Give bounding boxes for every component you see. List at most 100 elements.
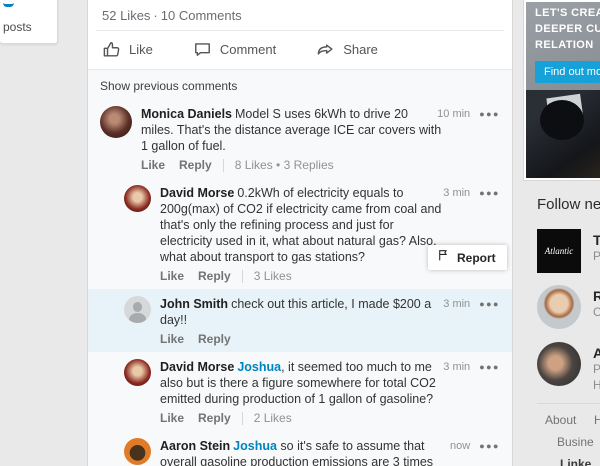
comments-list: Monica Daniels Model S uses 6kWh to drive… bbox=[88, 99, 512, 466]
ad-card[interactable]: LET'S CREA DEEPER CU RELATION Find out m… bbox=[524, 0, 600, 180]
comment-meta: 3 min ●●● bbox=[443, 187, 500, 199]
follow-name[interactable]: The A bbox=[593, 232, 600, 248]
avatar[interactable] bbox=[124, 438, 151, 465]
comment-body: Aaron Stein Joshua so it's safe to assume… bbox=[160, 438, 500, 466]
avatar[interactable] bbox=[124, 359, 151, 386]
ad-headline: DEEPER CU bbox=[535, 23, 600, 35]
overflow-menu-icon[interactable]: ●●● bbox=[479, 109, 500, 119]
comment-actions: Like Reply 2 Likes bbox=[160, 411, 500, 425]
mention-link[interactable]: Joshua bbox=[233, 439, 277, 453]
comment-text: Aaron Stein Joshua so it's safe to assume… bbox=[160, 438, 500, 466]
comment-row: David Morse 0.2kWh of electricity equals … bbox=[88, 178, 512, 289]
comment-like-button[interactable]: Like bbox=[160, 411, 184, 425]
follow-name[interactable]: Ryan bbox=[593, 288, 600, 304]
divider bbox=[241, 411, 243, 425]
footer-link-about[interactable]: About bbox=[545, 413, 576, 427]
ad-headline: RELATION bbox=[535, 39, 594, 51]
comment-reply-button[interactable]: Reply bbox=[198, 332, 231, 346]
follow-subtitle: Huffin bbox=[593, 378, 600, 392]
left-rail-link-fragment-icon bbox=[3, 0, 14, 7]
comment-actions: Like Reply 8 Likes • 3 Replies bbox=[141, 158, 500, 172]
comment-likes-count[interactable]: 3 Likes bbox=[254, 269, 292, 283]
footer-linkedin-fragment: Linke bbox=[560, 457, 592, 466]
avatar[interactable] bbox=[124, 296, 151, 323]
left-rail-card: posts bbox=[0, 0, 58, 44]
comment-timestamp: 3 min bbox=[443, 298, 471, 310]
comment-actions: Like Reply 3 Likes bbox=[160, 269, 500, 283]
comment-like-button[interactable]: Like bbox=[160, 269, 184, 283]
post-actions-bar: Like Comment Share bbox=[88, 31, 512, 69]
comment-meta: now ●●● bbox=[450, 440, 500, 452]
footer-link-business[interactable]: Busine bbox=[557, 435, 594, 449]
left-rail-posts-label[interactable]: posts bbox=[3, 20, 32, 34]
comment-reply-button[interactable]: Reply bbox=[179, 158, 212, 172]
comment-likes-count[interactable]: 8 Likes • 3 Replies bbox=[235, 158, 334, 172]
post-social-counts: 52 Likes · 10 Comments bbox=[88, 0, 512, 30]
comment-row: Aaron Stein Joshua so it's safe to assume… bbox=[88, 431, 512, 466]
comment-timestamp: 3 min bbox=[443, 361, 471, 373]
ad-creative: LET'S CREA DEEPER CU RELATION Find out m… bbox=[526, 2, 600, 178]
commenter-name[interactable]: David Morse bbox=[160, 360, 234, 374]
report-menu: Report bbox=[428, 245, 507, 270]
comment-meta: 3 min ●●● bbox=[443, 361, 500, 373]
ad-headline: LET'S CREA bbox=[535, 7, 600, 19]
overflow-menu-icon[interactable]: ●●● bbox=[479, 441, 500, 451]
comment-body: David Morse 0.2kWh of electricity equals … bbox=[160, 185, 500, 285]
post-card: 52 Likes · 10 Comments Like Comment Share … bbox=[88, 0, 512, 466]
find-out-more-button[interactable]: Find out mor bbox=[535, 61, 600, 83]
comment-actions: Like Reply bbox=[160, 332, 500, 346]
page: posts 52 Likes · 10 Comments Like Comment … bbox=[0, 0, 600, 466]
mention-link[interactable]: Joshua bbox=[237, 360, 281, 374]
thumbs-up-icon bbox=[102, 40, 121, 59]
divider bbox=[241, 269, 243, 283]
likes-count[interactable]: 52 Likes bbox=[102, 8, 150, 23]
report-menu-item[interactable]: Report bbox=[457, 251, 496, 265]
comment-like-button[interactable]: Like bbox=[160, 332, 184, 346]
follow-name[interactable]: Arian bbox=[593, 345, 600, 361]
overflow-menu-icon[interactable]: ●●● bbox=[479, 299, 500, 309]
commenter-name[interactable]: John Smith bbox=[160, 297, 228, 311]
footer-link-help[interactable]: H bbox=[594, 413, 600, 427]
comment-timestamp: 3 min bbox=[443, 187, 471, 199]
divider bbox=[222, 158, 224, 172]
comment-like-button[interactable]: Like bbox=[141, 158, 165, 172]
comment-meta: 3 min ●●● bbox=[443, 298, 500, 310]
comment-button[interactable]: Comment bbox=[193, 40, 276, 59]
follow-subtitle: Presid bbox=[593, 362, 600, 376]
flag-icon bbox=[437, 248, 450, 267]
stats-separator: · bbox=[153, 8, 158, 23]
overflow-menu-icon[interactable]: ●●● bbox=[479, 188, 500, 198]
right-rail: LET'S CREA DEEPER CU RELATION Find out m… bbox=[524, 0, 600, 466]
comments-count[interactable]: 10 Comments bbox=[161, 8, 242, 23]
atlantic-logo: Atlantic bbox=[537, 229, 581, 273]
comment-likes-count[interactable]: 2 Likes bbox=[254, 411, 292, 425]
comment-row: Monica Daniels Model S uses 6kWh to drive… bbox=[88, 99, 512, 178]
avatar[interactable] bbox=[100, 106, 132, 138]
follow-suggestion-arianna[interactable]: Arian Presid Huffin bbox=[537, 342, 600, 393]
commenter-name[interactable]: Aaron Stein bbox=[160, 439, 230, 453]
comment-reply-button[interactable]: Reply bbox=[198, 269, 231, 283]
comment-icon bbox=[193, 40, 212, 59]
avatar bbox=[537, 285, 581, 329]
divider bbox=[537, 403, 600, 404]
ad-photo bbox=[526, 90, 600, 178]
like-button[interactable]: Like bbox=[102, 40, 153, 59]
comment-meta: 10 min ●●● bbox=[437, 108, 500, 120]
share-icon bbox=[316, 40, 335, 59]
follow-suggestion-the-atlantic[interactable]: Atlantic The A Popula bbox=[537, 229, 600, 273]
share-button[interactable]: Share bbox=[316, 40, 378, 59]
follow-section-heading: Follow new p bbox=[537, 196, 600, 213]
comment-row: John Smith check out this article, I made… bbox=[88, 289, 512, 352]
overflow-menu-icon[interactable]: ●●● bbox=[479, 362, 500, 372]
comment-timestamp: now bbox=[450, 440, 471, 452]
follow-suggestion-ryan[interactable]: Ryan CEO a bbox=[537, 285, 600, 329]
comment-timestamp: 10 min bbox=[437, 108, 471, 120]
commenter-name[interactable]: Monica Daniels bbox=[141, 107, 232, 121]
follow-subtitle: CEO a bbox=[593, 305, 600, 319]
follow-subtitle: Popula bbox=[593, 249, 600, 263]
comment-row: David Morse Joshua, it seemed too much to… bbox=[88, 352, 512, 431]
commenter-name[interactable]: David Morse bbox=[160, 186, 234, 200]
comment-reply-button[interactable]: Reply bbox=[198, 411, 231, 425]
avatar[interactable] bbox=[124, 185, 151, 212]
show-previous-comments[interactable]: Show previous comments bbox=[88, 70, 512, 99]
